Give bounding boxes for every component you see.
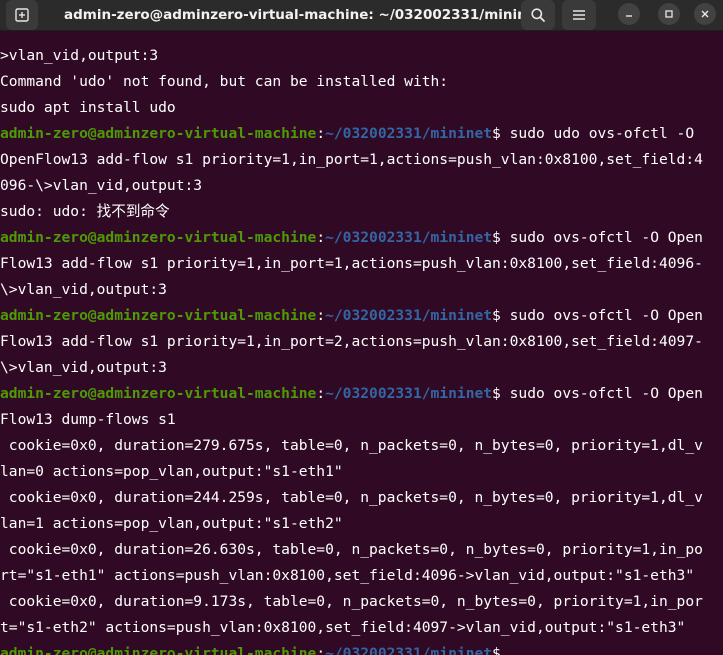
output-line: lan=0 actions=pop_vlan,output:"s1-eth1" bbox=[0, 463, 343, 480]
output-line: cookie=0x0, duration=279.675s, table=0, … bbox=[0, 437, 703, 454]
output-line: cookie=0x0, duration=244.259s, table=0, … bbox=[0, 489, 703, 506]
new-tab-icon bbox=[15, 8, 29, 22]
close-icon bbox=[701, 10, 709, 18]
prompt-separator: : bbox=[316, 645, 326, 655]
prompt-path: ~/032002331/mininet bbox=[325, 125, 493, 142]
title-bar[interactable]: admin-zero@adminzero-virtual-machine: ~/… bbox=[0, 0, 723, 31]
prompt-symbol: $ bbox=[492, 125, 510, 142]
output-line: sudo apt install udo bbox=[0, 99, 176, 116]
prompt-user: admin-zero@adminzero-virtual-machine bbox=[0, 229, 317, 246]
prompt-separator: : bbox=[316, 385, 326, 402]
output-line: \>vlan_vid,output:3 bbox=[0, 359, 167, 376]
minimize-icon bbox=[626, 15, 632, 17]
prompt-symbol: $ bbox=[492, 307, 510, 324]
output-line: Flow13 dump-flows s1 bbox=[0, 411, 176, 428]
prompt-symbol: $ bbox=[492, 645, 510, 655]
prompt-user: admin-zero@adminzero-virtual-machine bbox=[0, 307, 317, 324]
prompt-separator: : bbox=[316, 307, 326, 324]
prompt-line: admin-zero@adminzero-virtual-machine:~/0… bbox=[0, 303, 723, 329]
output-line: cookie=0x0, duration=9.173s, table=0, n_… bbox=[0, 593, 703, 610]
prompt-user: admin-zero@adminzero-virtual-machine bbox=[0, 385, 317, 402]
new-tab-button[interactable] bbox=[6, 0, 38, 30]
output-line: OpenFlow13 add-flow s1 priority=1,in_por… bbox=[0, 151, 703, 168]
output-line: 096-\>vlan_vid,output:3 bbox=[0, 177, 203, 194]
prompt-path: ~/032002331/mininet bbox=[325, 645, 493, 655]
maximize-button[interactable] bbox=[658, 3, 680, 25]
prompt-symbol: $ bbox=[492, 385, 510, 402]
terminal-window: admin-zero@adminzero-virtual-machine: ~/… bbox=[0, 0, 723, 655]
prompt-line: admin-zero@adminzero-virtual-machine:~/0… bbox=[0, 641, 723, 655]
prompt-path: ~/032002331/mininet bbox=[325, 385, 493, 402]
output-line: lan=1 actions=pop_vlan,output:"s1-eth2" bbox=[0, 515, 343, 532]
output-line: t="s1-eth2" actions=push_vlan:0x8100,set… bbox=[0, 619, 686, 636]
prompt-separator: : bbox=[316, 229, 326, 246]
output-line: rt="s1-eth1" actions=push_vlan:0x8100,se… bbox=[0, 567, 695, 584]
prompt-line: admin-zero@adminzero-virtual-machine:~/0… bbox=[0, 381, 723, 407]
close-button[interactable] bbox=[694, 3, 716, 25]
search-icon bbox=[531, 8, 545, 22]
output-line: sudo: udo: 找不到命令 bbox=[0, 203, 170, 220]
prompt-symbol: $ bbox=[492, 229, 510, 246]
command-text: sudo udo ovs-ofctl -O bbox=[509, 125, 695, 142]
prompt-line: admin-zero@adminzero-virtual-machine:~/0… bbox=[0, 121, 723, 147]
prompt-path: ~/032002331/mininet bbox=[325, 307, 493, 324]
search-button[interactable] bbox=[521, 0, 555, 30]
prompt-user: admin-zero@adminzero-virtual-machine bbox=[0, 125, 317, 142]
menu-button[interactable] bbox=[562, 0, 596, 30]
output-line: cookie=0x0, duration=26.630s, table=0, n… bbox=[0, 541, 703, 558]
prompt-separator: : bbox=[316, 125, 326, 142]
output-line: \>vlan_vid,output:3 bbox=[0, 281, 167, 298]
output-line: Command 'udo' not found, but can be inst… bbox=[0, 73, 449, 90]
output-line: Flow13 add-flow s1 priority=1,in_port=2,… bbox=[0, 333, 703, 350]
minimize-button[interactable] bbox=[618, 3, 640, 25]
output-line: >vlan_vid,output:3 bbox=[0, 47, 159, 64]
command-text: sudo ovs-ofctl -O Open bbox=[509, 307, 703, 324]
terminal-output[interactable]: >vlan_vid,output:3 Command 'udo' not foun… bbox=[0, 31, 723, 655]
prompt-user: admin-zero@adminzero-virtual-machine bbox=[0, 645, 317, 655]
output-line: Flow13 add-flow s1 priority=1,in_port=1,… bbox=[0, 255, 703, 272]
window-title: admin-zero@adminzero-virtual-machine: ~/… bbox=[64, 7, 543, 23]
maximize-icon bbox=[665, 10, 673, 18]
prompt-path: ~/032002331/mininet bbox=[325, 229, 493, 246]
command-text: sudo ovs-ofctl -O Open bbox=[509, 385, 703, 402]
hamburger-menu-icon bbox=[573, 10, 585, 20]
prompt-line: admin-zero@adminzero-virtual-machine:~/0… bbox=[0, 225, 723, 251]
command-text: sudo ovs-ofctl -O Open bbox=[509, 229, 703, 246]
